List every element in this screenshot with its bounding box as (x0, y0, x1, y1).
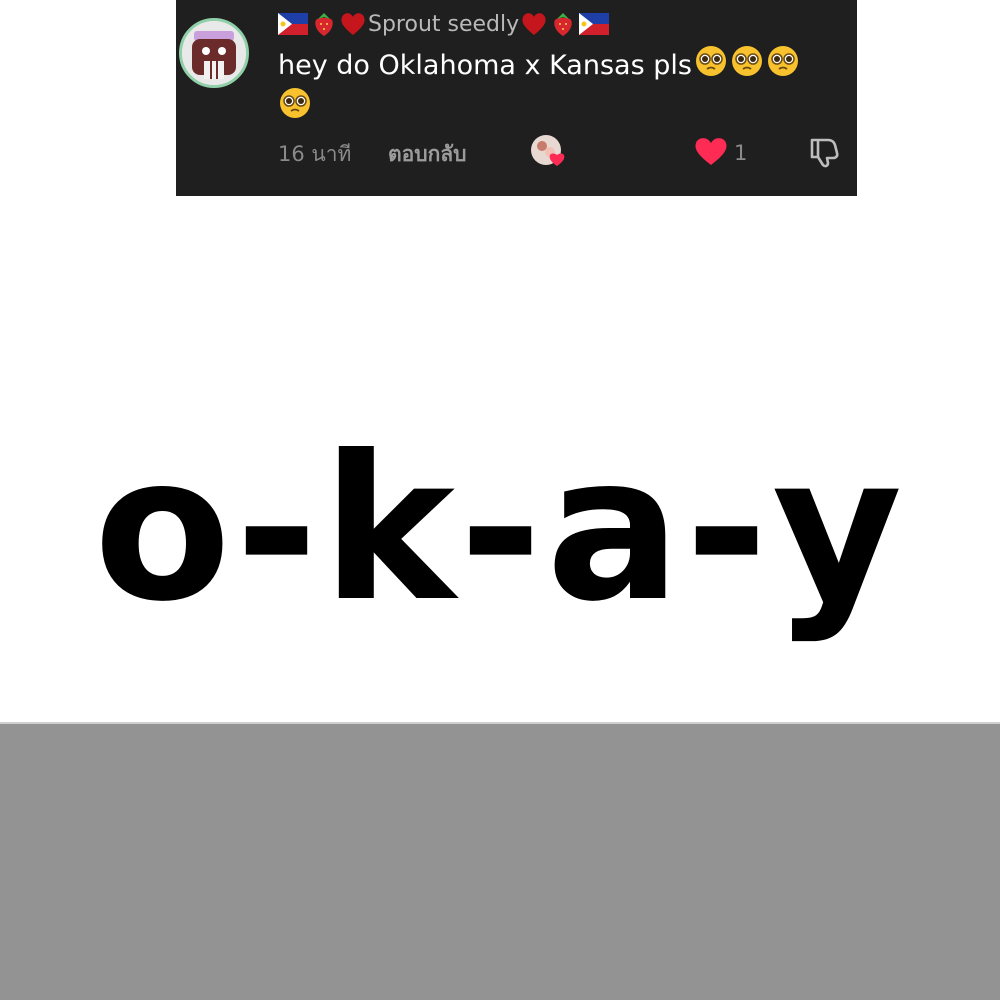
timestamp: 16 นาที (278, 142, 352, 166)
philippines-flag-icon (278, 13, 308, 35)
like-count: 1 (734, 141, 748, 165)
pleading-face-icon (694, 44, 728, 78)
bottom-band (0, 722, 1000, 1000)
creator-liked-avatar (530, 134, 566, 168)
philippines-flag-icon (579, 13, 610, 35)
strawberry-icon (312, 11, 336, 37)
thumbs-down-icon (806, 138, 842, 174)
dislike-button[interactable] (806, 134, 842, 174)
like-button[interactable]: 1 (694, 136, 747, 170)
pleading-face-icon (278, 86, 312, 120)
reply-button[interactable]: ตอบกลับ (388, 138, 467, 171)
username-row[interactable]: Sprout seedly (278, 6, 610, 42)
heart-filled-icon (694, 136, 728, 170)
pleading-face-icon (766, 44, 800, 78)
username[interactable]: Sprout seedly (368, 12, 519, 37)
comment-body: hey do Oklahoma x Kansas pls (278, 50, 692, 81)
red-heart-icon (521, 12, 547, 36)
user-avatar[interactable] (179, 18, 249, 88)
pleading-face-icon (730, 44, 764, 78)
comment-text: hey do Oklahoma x Kansas pls (278, 44, 848, 128)
comment-card: Sprout seedly hey do Oklahoma x Kansas p… (176, 0, 857, 196)
comment-meta-row: 16 นาที ตอบกลับ 1 (278, 134, 848, 170)
red-heart-icon (340, 12, 366, 36)
strawberry-icon (551, 11, 575, 37)
overlay-word: o-k-a-y (93, 413, 907, 646)
